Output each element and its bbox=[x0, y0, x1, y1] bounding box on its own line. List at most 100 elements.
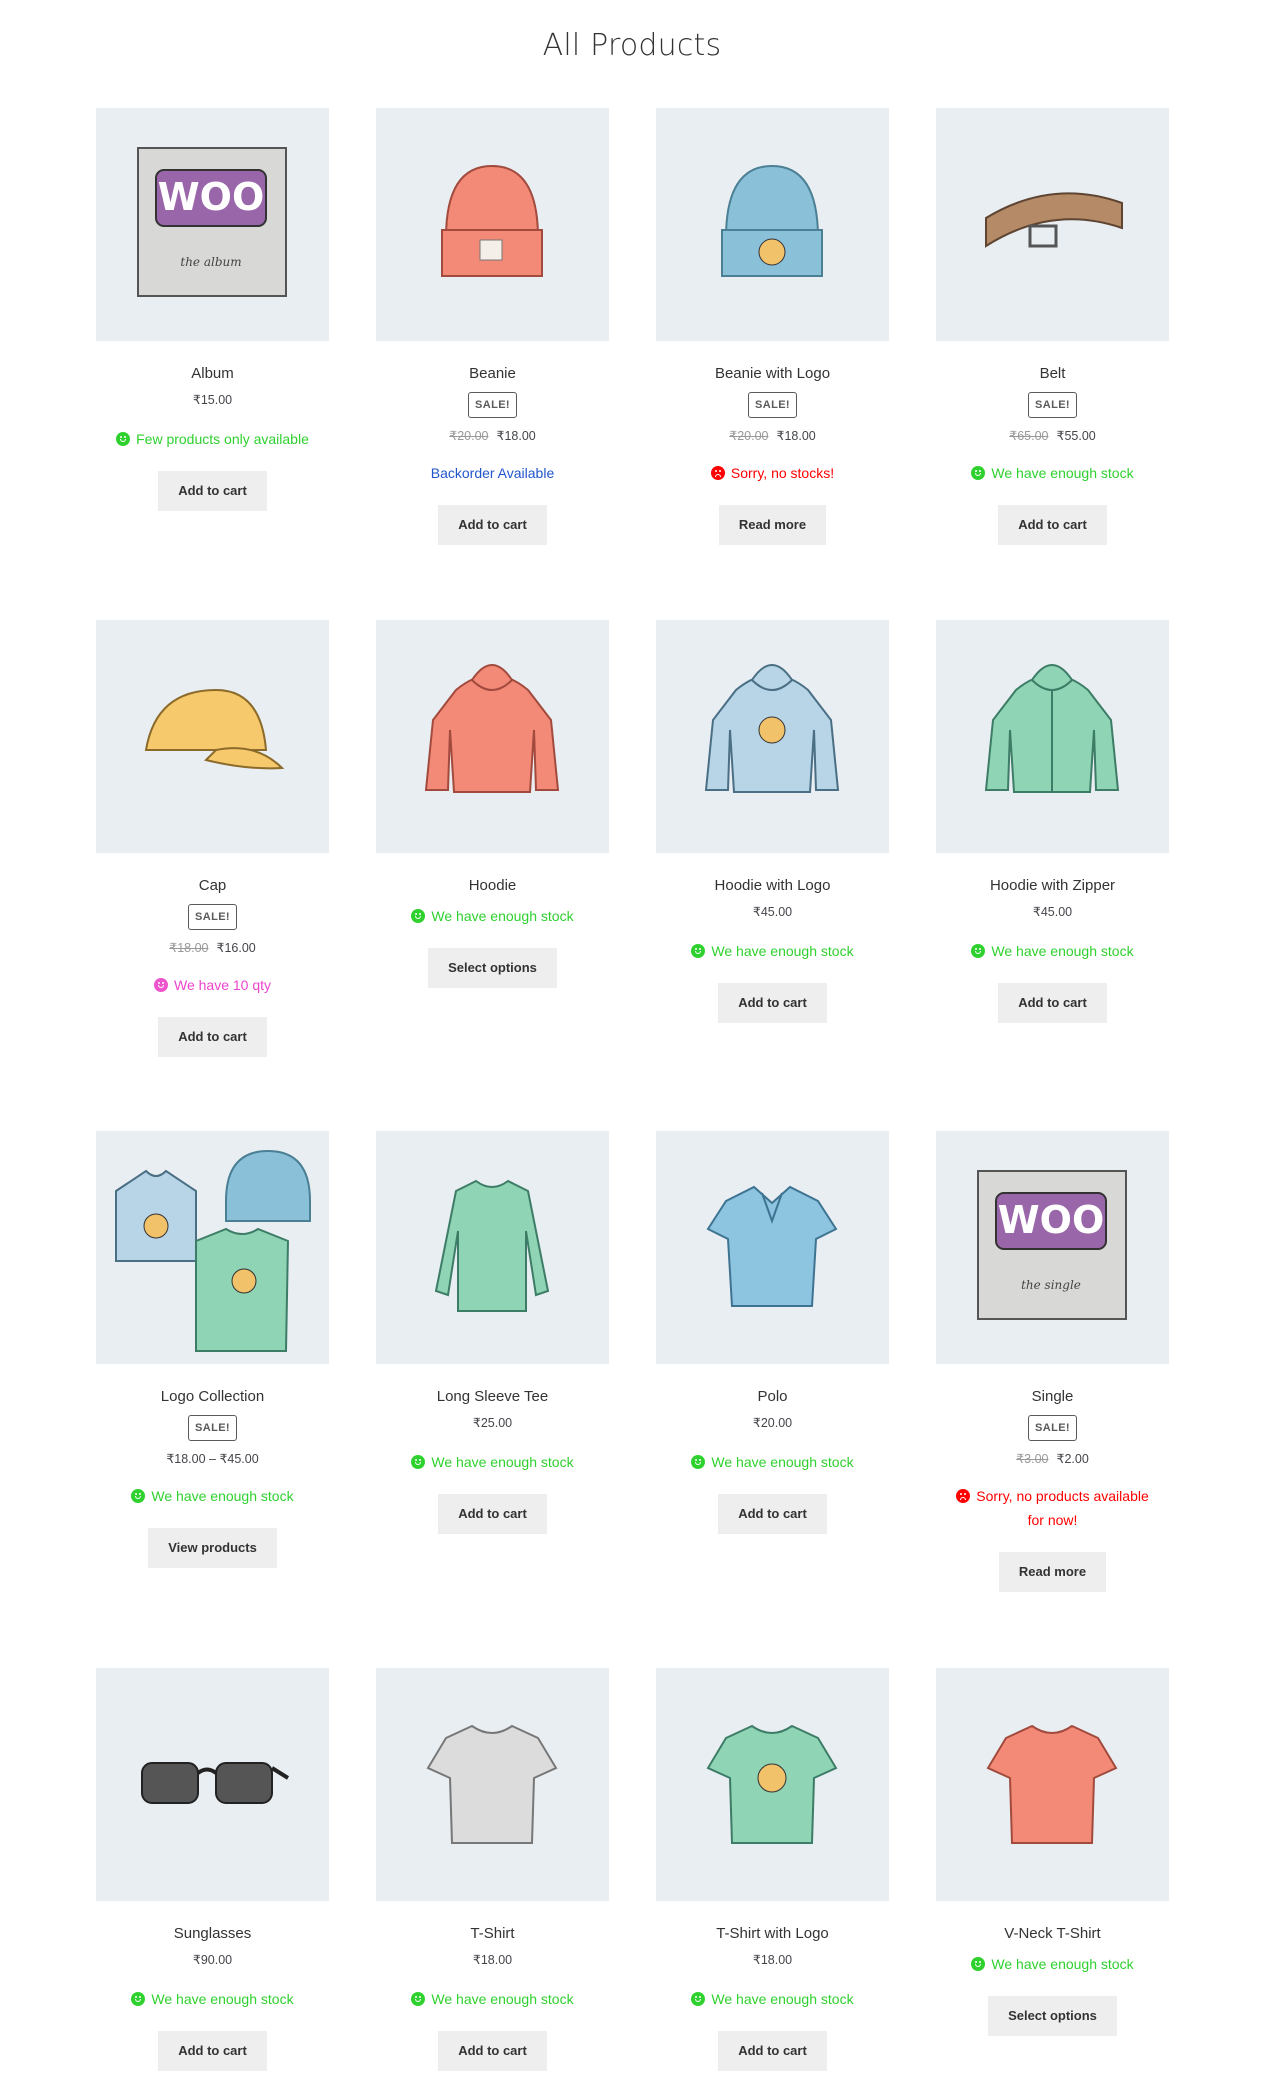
view-products-button[interactable]: View products bbox=[148, 1528, 277, 1568]
hoodie-logo-icon bbox=[704, 664, 840, 793]
add-to-cart-button[interactable]: Add to cart bbox=[998, 983, 1107, 1023]
product-image[interactable] bbox=[656, 1668, 889, 1901]
stock-status: Sorry, no stocks! bbox=[656, 461, 889, 485]
product-title[interactable]: T-Shirt with Logo bbox=[656, 1925, 889, 1942]
logo-collection-icon bbox=[115, 1149, 311, 1352]
product-image[interactable] bbox=[936, 620, 1169, 853]
product-image[interactable] bbox=[376, 1668, 609, 1901]
product-price: ₹45.00 bbox=[656, 904, 889, 919]
add-to-cart-button[interactable]: Add to cart bbox=[998, 505, 1107, 545]
select-options-button[interactable]: Select options bbox=[428, 948, 557, 988]
product-card: Hoodie with Zipper ₹45.00 We have enough s… bbox=[936, 620, 1169, 1023]
tshirt-logo-icon bbox=[706, 1724, 838, 1844]
add-to-cart-button[interactable]: Add to cart bbox=[158, 1017, 267, 1057]
stock-text: We have enough stock bbox=[991, 943, 1134, 959]
product-title[interactable]: Hoodie with Logo bbox=[656, 877, 889, 894]
stock-status: We have enough stock bbox=[96, 1987, 329, 2011]
current-price: ₹45.00 bbox=[752, 905, 793, 919]
read-more-button[interactable]: Read more bbox=[718, 505, 827, 545]
product-image[interactable] bbox=[936, 108, 1169, 341]
product-title[interactable]: Cap bbox=[96, 877, 329, 894]
read-more-button[interactable]: Read more bbox=[998, 1552, 1107, 1592]
product-title[interactable]: Belt bbox=[936, 365, 1169, 382]
product-title[interactable]: Hoodie with Zipper bbox=[936, 877, 1169, 894]
stock-text: We have enough stock bbox=[151, 1488, 294, 1504]
product-image[interactable] bbox=[936, 1668, 1169, 1901]
product-card: T-Shirt with Logo ₹18.00 We have enough st… bbox=[656, 1668, 889, 2071]
single-icon: WOO the single bbox=[977, 1170, 1127, 1320]
smiley-face-icon bbox=[971, 944, 986, 958]
product-image[interactable] bbox=[376, 108, 609, 341]
add-to-cart-button[interactable]: Add to cart bbox=[158, 471, 267, 511]
product-image[interactable] bbox=[656, 108, 889, 341]
product-title[interactable]: Album bbox=[96, 365, 329, 382]
product-image[interactable] bbox=[376, 620, 609, 853]
current-price: ₹25.00 bbox=[472, 1416, 513, 1430]
sale-badge: SALE! bbox=[188, 1415, 237, 1441]
current-price: ₹15.00 bbox=[192, 393, 233, 407]
add-to-cart-button[interactable]: Add to cart bbox=[438, 505, 547, 545]
add-to-cart-button[interactable]: Add to cart bbox=[438, 1494, 547, 1534]
select-options-button[interactable]: Select options bbox=[988, 1996, 1117, 2036]
product-image[interactable] bbox=[96, 1668, 329, 1901]
product-image[interactable] bbox=[376, 1131, 609, 1364]
product-image[interactable]: WOO the album bbox=[96, 108, 329, 341]
product-price: ₹25.00 bbox=[376, 1415, 609, 1430]
smiley-face-icon bbox=[691, 944, 706, 958]
product-title[interactable]: Long Sleeve Tee bbox=[376, 1388, 609, 1405]
product-title[interactable]: Beanie bbox=[376, 365, 609, 382]
product-title[interactable]: Single bbox=[936, 1388, 1169, 1405]
sale-badge: SALE! bbox=[1028, 392, 1077, 418]
hoodie-zipper-icon bbox=[984, 664, 1120, 793]
product-image[interactable] bbox=[656, 1131, 889, 1364]
product-title[interactable]: Beanie with Logo bbox=[656, 365, 889, 382]
stock-status: We have enough stock bbox=[936, 939, 1169, 963]
sad-face-icon bbox=[956, 1489, 971, 1503]
old-price: ₹20.00 bbox=[729, 429, 769, 443]
product-title[interactable]: Polo bbox=[656, 1388, 889, 1405]
product-title[interactable]: Sunglasses bbox=[96, 1925, 329, 1942]
belt-icon bbox=[985, 192, 1123, 248]
woo-logo-text: WOO bbox=[158, 175, 265, 219]
add-to-cart-button[interactable]: Add to cart bbox=[718, 983, 827, 1023]
sunglasses-icon bbox=[141, 1762, 290, 1804]
product-price: ₹18.00 ₹16.00 bbox=[96, 940, 329, 955]
stock-text: We have enough stock bbox=[711, 1454, 854, 1470]
long-sleeve-tee-icon bbox=[434, 1179, 550, 1312]
product-card: Sunglasses ₹90.00 We have enough stock Add … bbox=[96, 1668, 329, 2071]
page-title: All Products bbox=[542, 28, 722, 63]
add-to-cart-button[interactable]: Add to cart bbox=[438, 2031, 547, 2071]
product-title[interactable]: V-Neck T-Shirt bbox=[936, 1925, 1169, 1942]
stock-status: We have enough stock bbox=[96, 1484, 329, 1508]
current-price: ₹18.00 bbox=[752, 1953, 793, 1967]
product-image[interactable] bbox=[656, 620, 889, 853]
product-title[interactable]: Logo Collection bbox=[96, 1388, 329, 1405]
current-price: ₹45.00 bbox=[1032, 905, 1073, 919]
single-subtitle: the single bbox=[1021, 1278, 1081, 1292]
product-image[interactable]: WOO the single bbox=[936, 1131, 1169, 1364]
product-image[interactable] bbox=[96, 620, 329, 853]
stock-text: Sorry, no stocks! bbox=[730, 465, 835, 481]
product-title[interactable]: T-Shirt bbox=[376, 1925, 609, 1942]
sale-badge: SALE! bbox=[748, 392, 797, 418]
product-image[interactable] bbox=[96, 1131, 329, 1364]
stock-text: We have enough stock bbox=[991, 1956, 1134, 1972]
product-title[interactable]: Hoodie bbox=[376, 877, 609, 894]
current-price: ₹18.00 bbox=[472, 1953, 513, 1967]
current-price: ₹2.00 bbox=[1056, 1452, 1089, 1466]
product-price: ₹18.00 bbox=[376, 1952, 609, 1967]
add-to-cart-button[interactable]: Add to cart bbox=[718, 1494, 827, 1534]
beanie-logo-icon bbox=[721, 164, 823, 277]
product-price: ₹18.00 – ₹45.00 bbox=[96, 1451, 329, 1466]
hoodie-icon bbox=[424, 664, 560, 793]
woo-logo-text: WOO bbox=[998, 1198, 1105, 1242]
product-price: ₹18.00 bbox=[656, 1952, 889, 1967]
stock-status: We have enough stock bbox=[376, 1987, 609, 2011]
add-to-cart-button[interactable]: Add to cart bbox=[718, 2031, 827, 2071]
old-price: ₹65.00 bbox=[1009, 429, 1049, 443]
old-price: ₹18.00 bbox=[169, 941, 209, 955]
stock-status: Few products only available bbox=[96, 427, 329, 451]
product-card: Beanie with Logo SALE! ₹20.00 ₹18.00 Sorry, … bbox=[656, 108, 889, 545]
add-to-cart-button[interactable]: Add to cart bbox=[158, 2031, 267, 2071]
smiley-face-icon bbox=[131, 1992, 146, 2006]
